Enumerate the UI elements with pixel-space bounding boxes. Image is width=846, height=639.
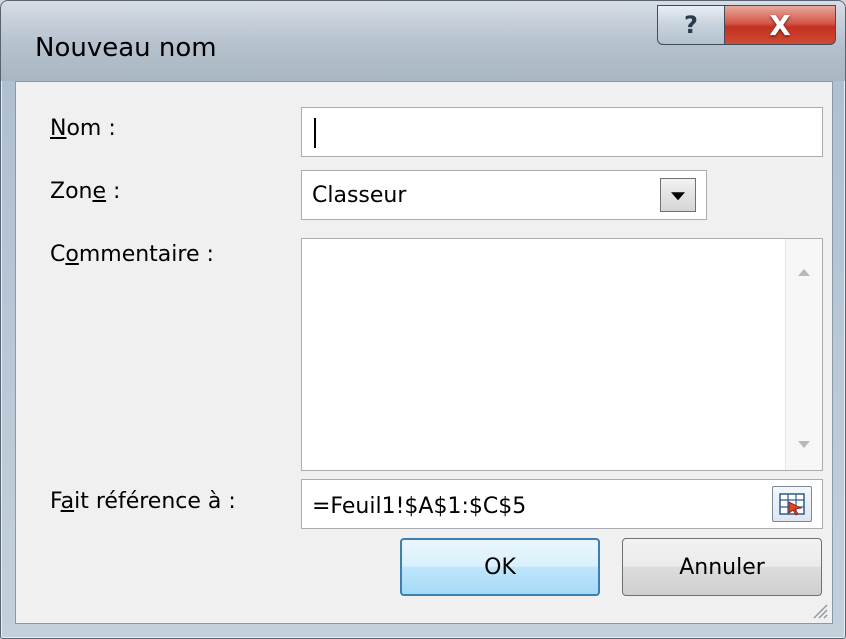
scope-label: Zone : bbox=[50, 179, 121, 204]
help-button[interactable]: ? bbox=[657, 5, 725, 45]
scope-value: Classeur bbox=[312, 183, 407, 208]
help-icon: ? bbox=[684, 11, 698, 39]
collapse-dialog-icon bbox=[779, 493, 805, 516]
new-name-dialog: Nouveau nom ? X Nom : Zone : Classeur Co… bbox=[0, 0, 846, 639]
scope-dropdown-button[interactable] bbox=[660, 178, 696, 212]
scroll-down-icon[interactable] bbox=[798, 441, 810, 448]
name-label: Nom : bbox=[50, 116, 116, 141]
comment-textarea[interactable] bbox=[301, 238, 823, 471]
close-button[interactable]: X bbox=[724, 5, 836, 45]
comment-label: Commentaire : bbox=[50, 242, 214, 267]
scroll-up-icon[interactable] bbox=[798, 269, 810, 276]
resize-grip-icon[interactable] bbox=[808, 599, 828, 619]
refers-to-value: =Feuil1!$A$1:$C$5 bbox=[312, 494, 527, 519]
name-input[interactable] bbox=[301, 107, 823, 157]
chevron-down-icon bbox=[671, 192, 685, 201]
dialog-content: Nom : Zone : Classeur Commentaire : Fait… bbox=[15, 81, 833, 624]
close-icon: X bbox=[769, 8, 791, 42]
refers-to-label: Fait référence à : bbox=[50, 489, 236, 514]
text-caret bbox=[314, 118, 316, 148]
collapse-dialog-button[interactable] bbox=[772, 486, 812, 522]
dialog-title: Nouveau nom bbox=[35, 33, 217, 63]
scope-select[interactable]: Classeur bbox=[301, 170, 707, 220]
refers-to-input[interactable]: =Feuil1!$A$1:$C$5 bbox=[301, 479, 823, 529]
title-bar[interactable]: Nouveau nom ? X bbox=[1, 1, 845, 81]
cancel-button[interactable]: Annuler bbox=[622, 538, 822, 596]
comment-scrollbar[interactable] bbox=[785, 239, 822, 470]
ok-button[interactable]: OK bbox=[400, 538, 600, 596]
